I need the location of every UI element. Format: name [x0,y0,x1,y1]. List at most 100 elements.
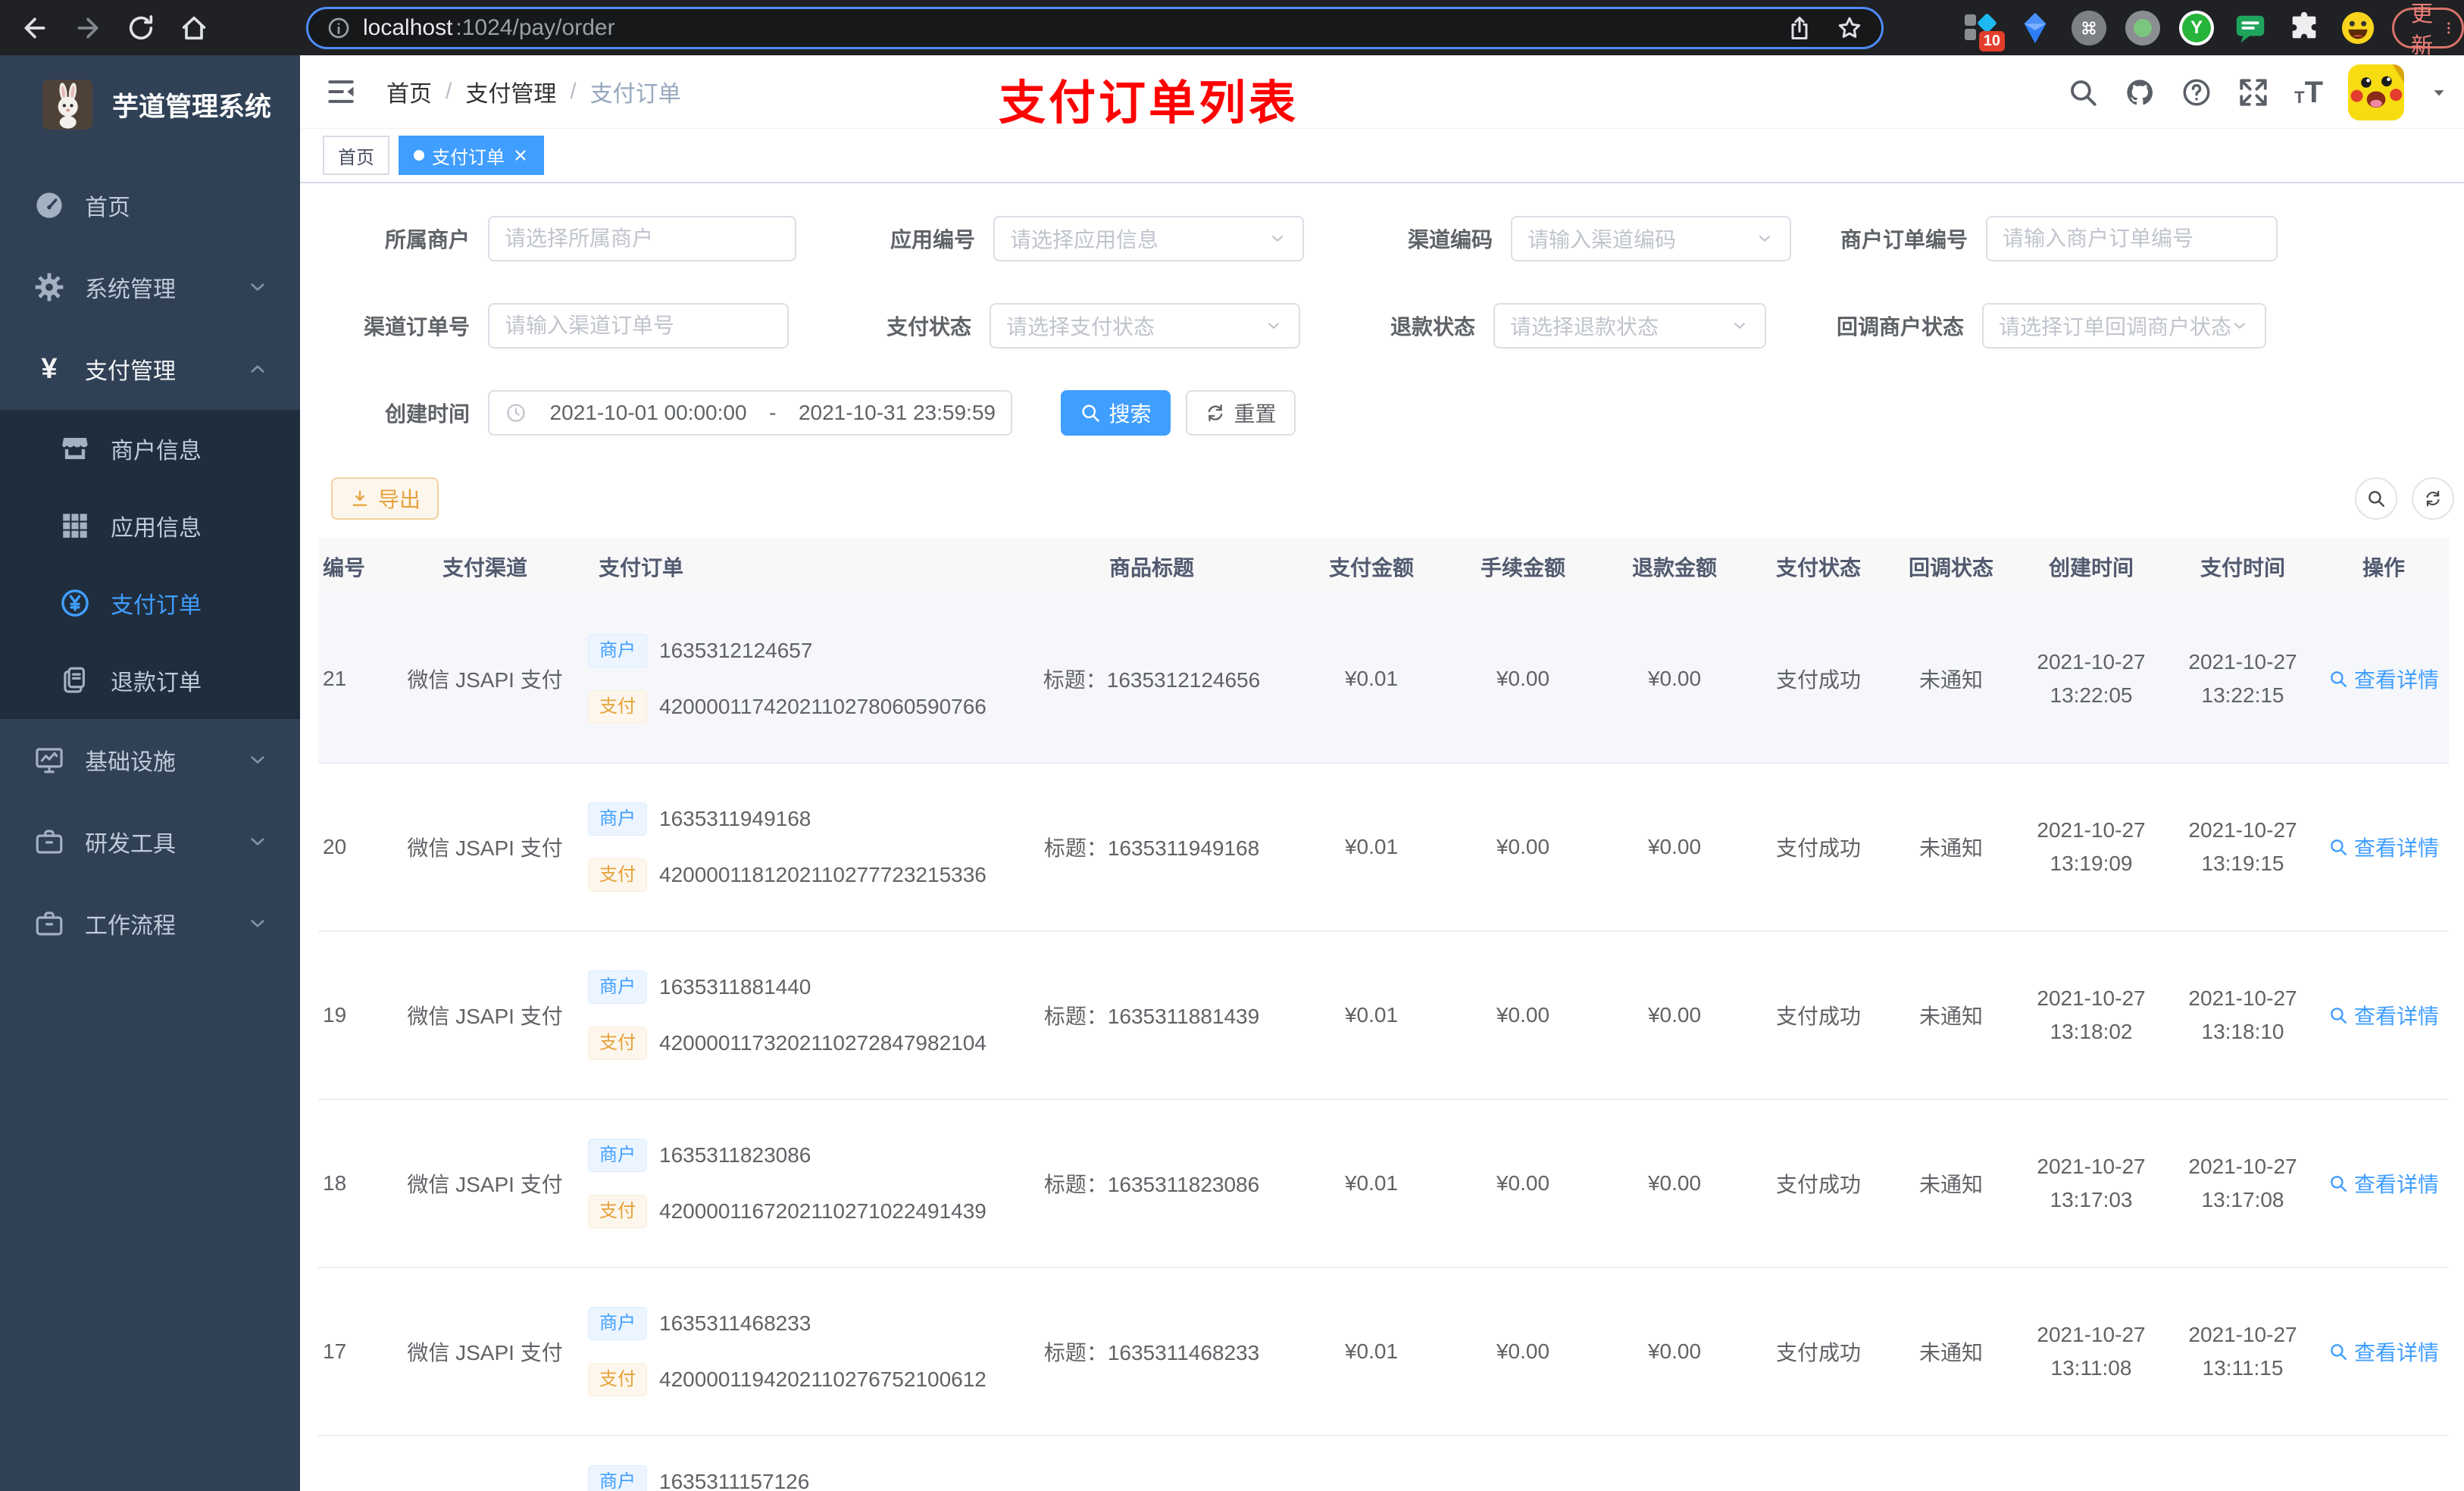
sidebar-item-home[interactable]: 首页 [0,164,300,246]
view-detail-link[interactable]: 查看详情 [2328,664,2439,694]
table-body: 21 微信 JSAPI 支付 商户 1635312124657 支付 42000… [318,595,2449,1436]
bookmark-star-icon[interactable] [1836,14,1863,42]
reset-button[interactable]: 重置 [1186,390,1296,436]
sidebar-item-dev-tools[interactable]: 研发工具 [0,801,300,883]
view-detail-link[interactable]: 查看详情 [2328,832,2439,862]
breadcrumb-payment-management[interactable]: 支付管理 [465,75,556,108]
extension-icon-diamond[interactable]: 10 [1964,11,2005,52]
create-time-range-input[interactable]: 2021-10-01 00:00:00 - 2021-10-31 23:59:5… [488,390,1012,436]
profile-emoji-icon[interactable] [2340,11,2375,45]
order-id: 19 [323,1003,347,1027]
sidebar-item-payment-management[interactable]: ¥ 支付管理 [0,328,300,410]
table-row: 21 微信 JSAPI 支付 商户 1635312124657 支付 42000… [318,595,2449,764]
view-detail-link[interactable]: 查看详情 [2328,1336,2439,1367]
site-info-icon[interactable] [327,16,351,40]
pay-channel: 微信 JSAPI 支付 [407,836,563,860]
pay-status-select[interactable]: 请选择支付状态 [990,303,1300,349]
back-icon[interactable] [20,13,50,43]
share-icon[interactable] [1786,14,1813,42]
pay-tag: 支付 [588,690,647,724]
browser-update-button[interactable]: 更新 [2392,2,2464,58]
column-header: 操作 [2362,556,2405,580]
home-icon[interactable] [179,13,209,43]
search-icon[interactable] [2067,77,2099,108]
chevron-up-icon [245,357,270,381]
address-bar[interactable]: localhost :1024/pay/order [306,6,1884,49]
filter-refund-status: 退款状态 请选择退款状态 [1327,303,1766,349]
create-time: 2021-10-27 13:11:08 [2037,1323,2146,1380]
github-icon[interactable] [2124,77,2156,108]
refund-status-select[interactable]: 请选择退款状态 [1493,303,1766,349]
view-detail-link[interactable]: 查看详情 [2328,1168,2439,1199]
extension-icon-gem[interactable] [2018,11,2053,45]
extension-icon-chat[interactable] [2233,11,2268,45]
toggle-search-button[interactable] [2355,477,2397,520]
chevron-down-icon [245,748,270,772]
notify-status-select[interactable]: 请选择订单回调商户状态 [1982,303,2266,349]
date-start: 2021-10-01 00:00:00 [549,401,747,424]
download-icon [349,488,371,509]
chevron-down-icon [245,830,270,854]
browser-menu-icon[interactable] [2441,16,2457,40]
filter-pay-status: 支付状态 请选择支付状态 [823,303,1300,349]
table-header: 编号 支付渠道 支付订单 商品标题 支付金额 手续金额 退款金额 支付状态 回调状态 创建时间 支付… [318,538,2449,595]
sidebar-item-infrastructure[interactable]: 基础设施 [0,719,300,801]
fee-amount: ¥0.00 [1496,835,1550,858]
merchant-order-no-input[interactable] [1986,216,2278,261]
create-time: 2021-10-27 13:17:03 [2037,1155,2146,1211]
tab-home[interactable]: 首页 [323,136,389,175]
font-size-icon[interactable]: TT [2294,77,2323,108]
shop-icon [59,433,91,464]
refresh-table-button[interactable] [2412,477,2454,520]
filter-channel-order-no: 渠道订单号 [321,303,789,349]
extensions-puzzle-icon[interactable] [2287,11,2322,45]
app-select[interactable]: 请选择应用信息 [993,216,1304,261]
column-header: 编号 [323,556,366,580]
merchant-order-no: 1635312124657 [659,639,813,662]
channel-code-select[interactable]: 请输入渠道编码 [1511,216,1791,261]
refund-amount: ¥0.00 [1647,835,1702,858]
extension-icon-y[interactable]: Y [2179,10,2214,45]
breadcrumb-home[interactable]: 首页 [386,75,432,108]
help-icon[interactable] [2181,77,2212,108]
merchant-input[interactable] [488,216,796,261]
merchant-tag: 商户 [588,802,647,836]
filter-label: 所属商户 [384,228,470,252]
close-icon[interactable] [512,147,529,164]
export-button[interactable]: 导出 [331,477,439,520]
merchant-tag: 商户 [588,1139,647,1172]
sidebar-collapse-icon[interactable] [324,75,358,108]
pay-tag: 支付 [588,1027,647,1060]
sidebar-item-app-info[interactable]: 应用信息 [0,487,300,564]
reload-icon[interactable] [126,13,156,43]
product-title: 标题：1635311823086 [1043,1173,1260,1196]
pay-channel: 微信 JSAPI 支付 [407,668,563,692]
view-detail-link[interactable]: 查看详情 [2328,1000,2439,1030]
sidebar-item-workflow[interactable]: 工作流程 [0,883,300,964]
sidebar-item-system-management[interactable]: 系统管理 [0,246,300,328]
extension-icon-recorder[interactable] [2125,10,2160,45]
column-header: 支付订单 [599,556,684,580]
forward-icon[interactable] [73,13,103,43]
sidebar-item-merchant-info[interactable]: 商户信息 [0,410,300,487]
filter-merchant-order-no: 商户订单编号 [1819,216,2278,261]
filter-label: 回调商户状态 [1836,315,1964,339]
user-avatar[interactable] [2348,64,2404,120]
fullscreen-icon[interactable] [2237,77,2269,108]
pay-status: 支付成功 [1775,1173,1861,1196]
refund-amount: ¥0.00 [1647,1171,1702,1195]
avatar-caret-down-icon[interactable] [2429,83,2449,102]
tab-payment-order[interactable]: 支付订单 [399,136,544,175]
content: 所属商户 应用编号 请选择应用信息 渠道编码 请输入渠道编码 [300,183,2464,1491]
page-banner: 支付订单列表 [999,77,1299,130]
channel-order-no-input[interactable] [488,303,789,349]
pay-amount: ¥0.01 [1344,1171,1399,1195]
date-end: 2021-10-31 23:59:59 [798,401,996,424]
product-title: 标题：1635312124656 [1043,668,1261,692]
pay-status: 支付成功 [1775,1005,1861,1028]
sidebar-item-payment-order[interactable]: 支付订单 [0,564,300,642]
search-button[interactable]: 搜索 [1061,390,1171,436]
column-header: 支付状态 [1775,556,1861,580]
extension-icon-command[interactable] [2072,10,2106,45]
sidebar-item-refund-order[interactable]: 退款订单 [0,642,300,719]
